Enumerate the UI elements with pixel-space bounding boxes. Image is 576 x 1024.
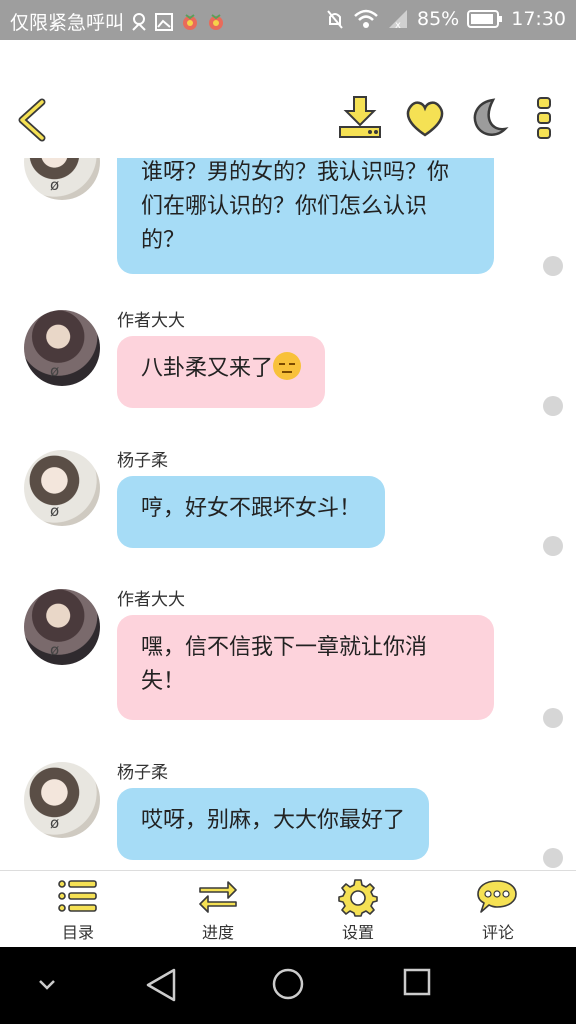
read-status-dot [543, 256, 563, 276]
signal-icon: x [389, 10, 407, 30]
progress-arrows-icon [199, 881, 237, 913]
bottom-tab-bar: 目录 进度 设置 评论 [0, 870, 576, 948]
message-bubble[interactable]: 八卦柔又来了 [117, 336, 326, 408]
sender-name: 作者大大 [117, 311, 185, 331]
gear-icon [338, 879, 378, 917]
carrier-text: 仅限紧急呼叫 [10, 12, 125, 34]
message-bubble[interactable]: 哎呀，别麻，大大你最好了 [117, 788, 430, 860]
app-icon [209, 13, 224, 30]
message-text: 哎呀，别麻，大大你最好了 [141, 808, 406, 833]
tab-progress[interactable]: 进度 [146, 871, 290, 948]
read-status-dot [543, 848, 563, 868]
download-icon[interactable] [336, 95, 384, 141]
recents-square-icon[interactable] [402, 967, 432, 997]
sender-name: 作者大大 [117, 590, 185, 610]
message-bubble[interactable]: 谁呀？男的女的？我认识吗？你们在哪认识的？你们怎么认识的？ [117, 158, 494, 274]
heart-icon[interactable] [403, 95, 447, 141]
svg-text:x: x [395, 20, 401, 30]
chat-list[interactable]: ø 谁呀？男的女的？我认识吗？你们在哪认识的？你们怎么认识的？ ø 作者大大 八… [0, 158, 576, 870]
tab-label: 进度 [201, 923, 234, 942]
status-bar: 仅限紧急呼叫 x 85% 17:30 [0, 0, 576, 40]
sender-name: 杨子柔 [117, 763, 168, 783]
home-circle-icon[interactable] [271, 967, 305, 1001]
tab-label: 设置 [341, 923, 374, 942]
message-bubble[interactable]: 哼，好女不跟坏女斗！ [117, 476, 386, 548]
comment-icon [477, 880, 517, 913]
avatar[interactable]: ø [24, 450, 100, 526]
avatar[interactable]: ø [24, 762, 100, 838]
list-icon [58, 880, 97, 912]
mute-icon [327, 10, 343, 29]
unamused-face-icon [273, 352, 302, 380]
night-mode-icon[interactable] [467, 95, 511, 141]
message-bubble[interactable]: 嘿，信不信我下一章就让你消失！ [117, 615, 494, 720]
tab-comments[interactable]: 评论 [426, 871, 570, 948]
back-triangle-icon[interactable] [144, 967, 178, 1003]
avatar[interactable]: ø [24, 589, 100, 665]
message-text: 哼，好女不跟坏女斗！ [141, 496, 362, 521]
tab-catalog[interactable]: 目录 [6, 871, 150, 948]
read-status-dot [543, 396, 563, 416]
message-text: 谁呀？男的女的？我认识吗？你们在哪认识的？你们怎么认识的？ [141, 160, 450, 253]
tab-settings[interactable]: 设置 [286, 871, 430, 948]
message-text: 嘿，信不信我下一章就让你消失！ [141, 635, 428, 694]
more-vertical-icon[interactable] [534, 95, 554, 141]
tab-label: 评论 [481, 923, 514, 942]
app-icon [183, 13, 198, 30]
app-header [0, 40, 576, 159]
image-icon [155, 12, 174, 31]
wifi-icon [354, 9, 378, 28]
tab-label: 目录 [61, 923, 94, 942]
avatar[interactable]: ø [24, 158, 100, 200]
battery-icon [467, 10, 503, 28]
back-arrow-icon[interactable] [14, 98, 48, 142]
avatar[interactable]: ø [24, 310, 100, 386]
system-nav-bar [0, 947, 576, 1024]
read-status-dot [543, 708, 563, 728]
sender-name: 杨子柔 [117, 451, 168, 471]
read-status-dot [543, 536, 563, 556]
message-text: 八卦柔又来了 [141, 356, 274, 381]
battery-percent: 85% [417, 8, 460, 30]
mask-icon [132, 12, 146, 31]
clock: 17:30 [511, 8, 566, 30]
chevron-down-icon[interactable] [38, 979, 56, 991]
